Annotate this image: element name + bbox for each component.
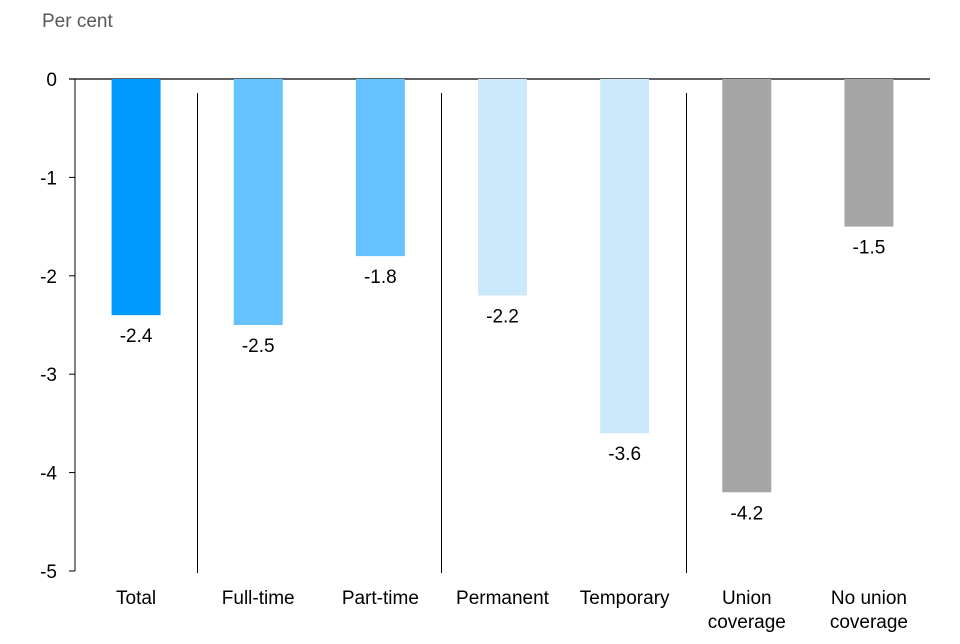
- data-label: -2.2: [486, 306, 519, 327]
- data-label: -4.2: [730, 503, 763, 524]
- category-label: Temporary: [580, 588, 670, 609]
- y-tick-label: -5: [40, 562, 57, 583]
- data-label: -2.4: [120, 326, 153, 347]
- bar: [233, 79, 283, 325]
- bar: [600, 79, 650, 434]
- y-tick-label: -3: [40, 365, 57, 386]
- y-tick-label: -1: [40, 168, 57, 189]
- bar: [478, 79, 527, 296]
- y-tick-label: -2: [40, 267, 57, 288]
- y-axis-unit-label: Per cent: [42, 11, 113, 32]
- category-label: Total: [116, 588, 156, 609]
- data-label: -1.5: [853, 238, 886, 259]
- category-label: Part-time: [342, 588, 419, 609]
- bar: [355, 79, 405, 257]
- bar: [111, 79, 161, 316]
- bar: [722, 79, 772, 493]
- category-label: Permanent: [456, 588, 550, 609]
- data-label: -1.8: [364, 267, 397, 288]
- category-label: coverage: [708, 612, 786, 633]
- bar-chart: Per cent 0 -1 -2 -3 -4 -5 -2.4 -2.5 -1.8 -2.2 -3.…: [40, 11, 930, 633]
- data-label: -2.5: [242, 336, 275, 357]
- category-labels: Total Full-time Part-time Permanent Temporar…: [116, 588, 908, 633]
- category-label: No union: [831, 588, 907, 609]
- category-label: coverage: [830, 612, 908, 633]
- y-tick-label: 0: [46, 70, 57, 91]
- bar: [844, 79, 894, 227]
- bars: [111, 79, 894, 493]
- data-label: -3.6: [608, 444, 641, 465]
- category-label: Union: [722, 588, 772, 609]
- y-tick-label: -4: [40, 464, 57, 485]
- category-label: Full-time: [222, 588, 295, 609]
